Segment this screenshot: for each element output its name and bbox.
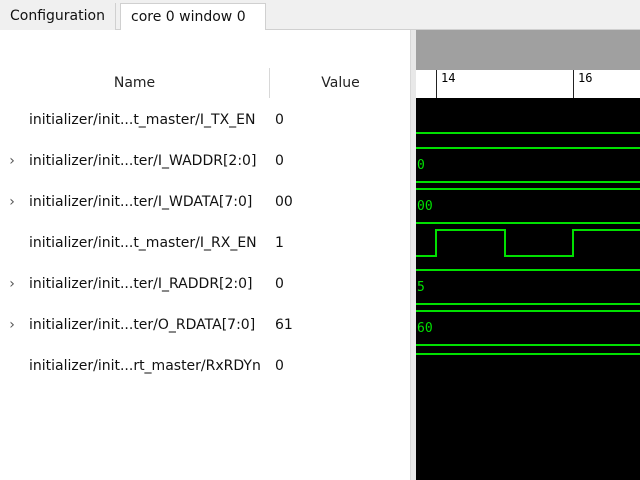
trace-i-rx-en <box>416 229 640 257</box>
chevron-right-icon[interactable]: › <box>4 182 20 223</box>
signal-value: 61 <box>275 317 293 333</box>
trace-i-waddr: 0 <box>416 147 640 183</box>
signal-value: 1 <box>275 235 284 251</box>
signal-row-i-wdata[interactable]: › initializer/init...ter/I_WDATA[7:0] 00 <box>0 182 410 223</box>
bus-value-waddr: 0 <box>417 158 425 173</box>
signal-value: 0 <box>275 276 284 292</box>
signal-row-i-tx-en[interactable]: initializer/init...t_master/I_TX_EN 0 <box>0 100 410 141</box>
bus-value-wdata: 00 <box>417 199 433 214</box>
bus-value-rdata: 60 <box>417 321 433 336</box>
signal-name: initializer/init...ter/O_RDATA[7:0] <box>29 317 256 333</box>
tab-configuration[interactable]: Configuration <box>0 3 116 30</box>
tab-core-0-window-0[interactable]: core 0 window 0 <box>120 3 266 31</box>
trace-o-rdata: 60 <box>416 310 640 346</box>
trace-i-raddr: 5 <box>416 269 640 305</box>
signal-row-i-waddr[interactable]: › initializer/init...ter/I_WADDR[2:0] 0 <box>0 141 410 182</box>
signal-name: initializer/init...rt_master/RxRDYn <box>29 358 261 374</box>
signal-name: initializer/init...t_master/I_RX_EN <box>29 235 257 251</box>
signal-value: 00 <box>275 194 293 210</box>
tab-bar: Configuration core 0 window 0 <box>0 0 640 31</box>
column-header-value[interactable]: Value <box>271 68 410 98</box>
trace-line <box>416 229 640 257</box>
trace-i-wdata: 00 <box>416 188 640 224</box>
signal-value: 0 <box>275 112 284 128</box>
signal-name: initializer/init...ter/I_WADDR[2:0] <box>29 153 257 169</box>
column-header-name[interactable]: Name <box>0 68 270 98</box>
signal-name: initializer/init...t_master/I_TX_EN <box>29 112 256 128</box>
signal-name: initializer/init...ter/I_RADDR[2:0] <box>29 276 253 292</box>
signal-row-i-rx-en[interactable]: initializer/init...t_master/I_RX_EN 1 <box>0 223 410 264</box>
chevron-right-icon[interactable]: › <box>4 305 20 346</box>
signal-row-rxrdyn[interactable]: initializer/init...rt_master/RxRDYn 0 <box>0 346 410 387</box>
waveform-traces: 0 00 5 60 <box>416 132 640 355</box>
waveform-view[interactable]: 14 16 0 00 5 60 <box>416 30 640 480</box>
chevron-right-icon[interactable]: › <box>4 264 20 305</box>
chevron-right-icon[interactable]: › <box>4 141 20 182</box>
bus-value-raddr: 5 <box>417 280 425 295</box>
signal-value: 0 <box>275 153 284 169</box>
signal-value: 0 <box>275 358 284 374</box>
signal-name: initializer/init...ter/I_WDATA[7:0] <box>29 194 253 210</box>
signal-row-o-rdata[interactable]: › initializer/init...ter/O_RDATA[7:0] 61 <box>0 305 410 346</box>
signal-row-i-raddr[interactable]: › initializer/init...ter/I_RADDR[2:0] 0 <box>0 264 410 305</box>
